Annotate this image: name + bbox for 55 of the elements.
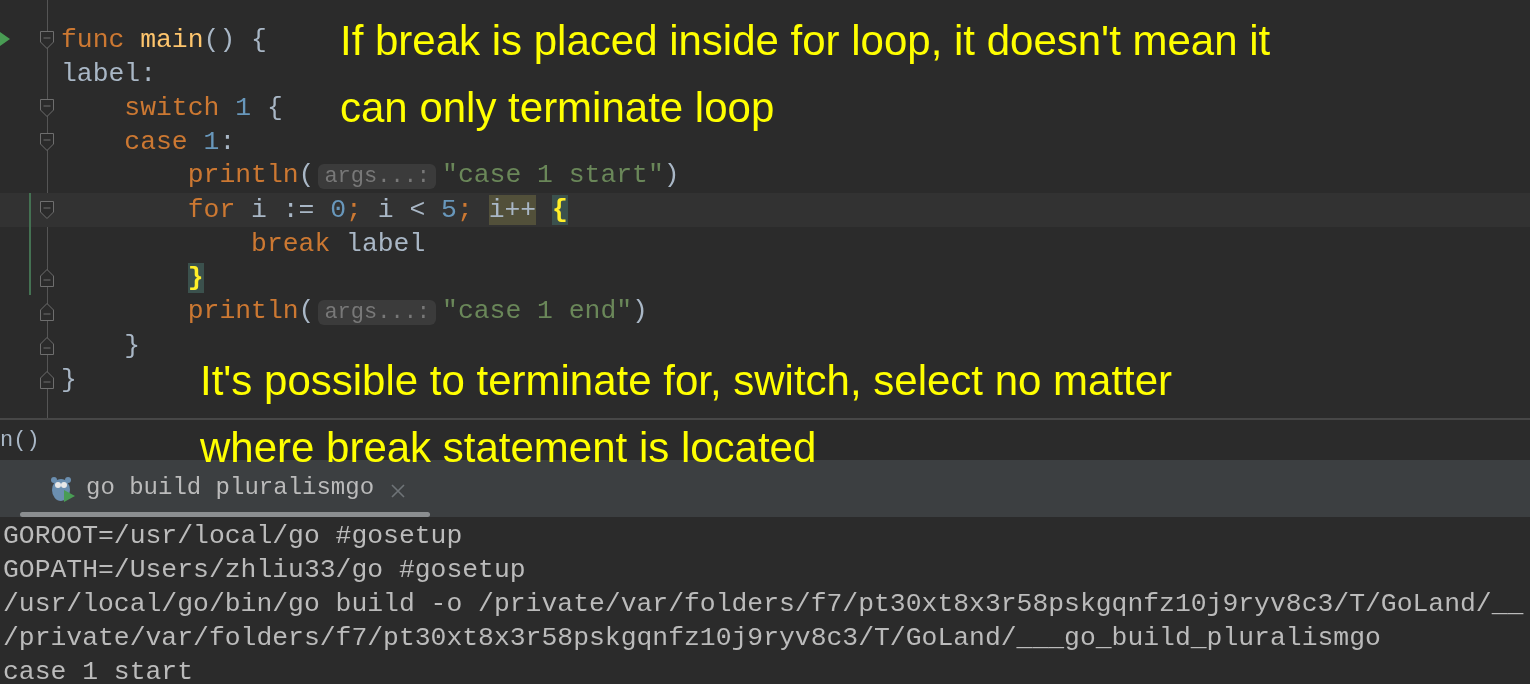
keyword: for <box>187 195 236 225</box>
fold-icon[interactable] <box>39 200 55 220</box>
identifier: label: <box>61 59 157 89</box>
string-literal: "case 1 start" <box>442 160 664 190</box>
punctuation: ; <box>346 195 362 225</box>
annotation-text: where break statement is located <box>200 423 818 473</box>
run-tab[interactable]: go build pluralismgo <box>86 474 375 501</box>
console-line: /private/var/folders/f7/pt30xt8x3r58pskgqnfz10j9ryv8c3/T/GoLand/___go_build_pluralismgo <box>3 622 1382 655</box>
punctuation: ) <box>663 160 680 190</box>
breadcrumb[interactable]: n() <box>0 427 40 453</box>
punctuation: : <box>219 127 236 157</box>
function-name: main <box>140 25 204 55</box>
console-line: GOROOT=/usr/local/go #gosetup <box>3 520 464 553</box>
identifier: label <box>346 229 426 259</box>
fold-icon[interactable] <box>39 98 55 118</box>
highlighted-identifier: i++ <box>488 195 537 225</box>
matched-brace: } <box>187 263 204 293</box>
number-literal: 1 <box>203 127 220 157</box>
punctuation: ; <box>456 195 473 225</box>
keyword: switch <box>124 93 220 123</box>
identifier: } <box>124 331 141 361</box>
matched-brace: { <box>551 195 568 225</box>
identifier: i < <box>377 195 426 225</box>
keyword: println <box>187 296 299 326</box>
console-line: GOPATH=/Users/zhliu33/go #gosetup <box>3 554 527 587</box>
fold-icon[interactable] <box>39 268 55 288</box>
console-line: case 1 start <box>3 656 195 684</box>
run-icon[interactable] <box>0 32 10 46</box>
punctuation: () { <box>203 25 267 55</box>
punctuation: ( <box>298 296 315 326</box>
close-icon[interactable] <box>390 482 407 499</box>
fold-icon[interactable] <box>39 370 55 390</box>
annotation-text: can only terminate loop <box>340 83 776 133</box>
fold-icon[interactable] <box>39 30 55 50</box>
identifier: i := <box>251 195 315 225</box>
fold-icon[interactable] <box>39 336 55 356</box>
annotation-text: If break is placed inside for loop, it doesn't mean it <box>340 16 1271 66</box>
identifier: { <box>266 93 283 123</box>
fold-icon[interactable] <box>39 132 55 152</box>
identifier: } <box>61 365 77 395</box>
fold-icon[interactable] <box>39 302 55 322</box>
keyword: case <box>124 127 188 157</box>
keyword: break <box>251 229 331 259</box>
number-literal: 1 <box>235 93 252 123</box>
number-literal: 5 <box>441 195 457 225</box>
parameter-hint: args...: <box>318 164 437 189</box>
punctuation: ) <box>632 296 648 326</box>
keyword: println <box>187 160 299 190</box>
number-literal: 0 <box>330 195 347 225</box>
console-line: /usr/local/go/bin/go build -o /private/var/folders/f7/pt30xt8x3r58pskgqnfz10j9ryv8c3/T/GoLand/__ <box>3 588 1525 621</box>
punctuation: ( <box>298 160 315 190</box>
annotation-text: It's possible to terminate for, switch, select no matter <box>200 356 1173 406</box>
string-literal: "case 1 end" <box>442 296 633 326</box>
keyword: func <box>61 25 125 55</box>
parameter-hint: args...: <box>318 300 437 325</box>
